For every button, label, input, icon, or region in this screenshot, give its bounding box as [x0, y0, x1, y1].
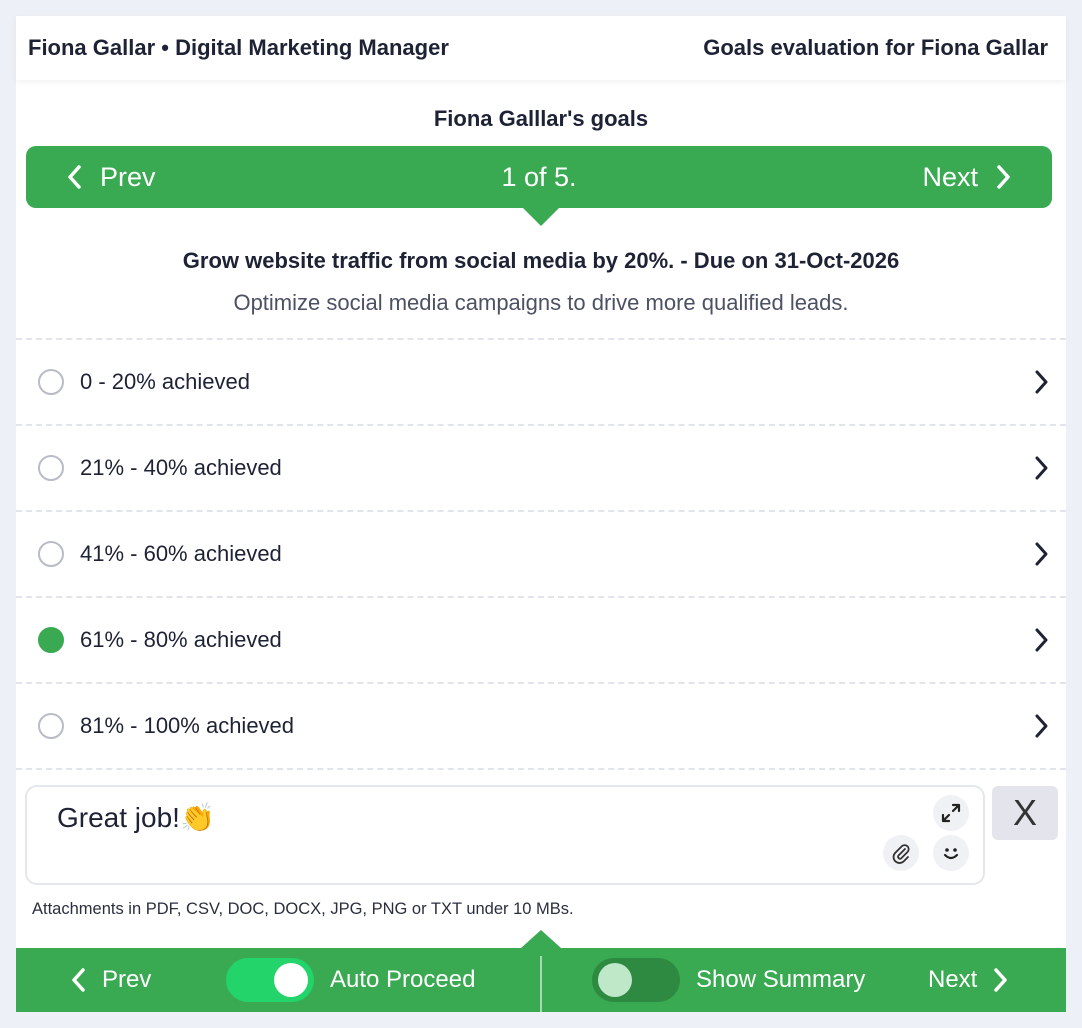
paperclip-icon	[892, 844, 910, 864]
footer-prev-button[interactable]: Prev	[70, 948, 151, 1012]
top-bar: Fiona Gallar • Digital Marketing Manager…	[16, 16, 1066, 80]
footer-next-button[interactable]: Next	[928, 948, 1009, 1012]
option-41-60[interactable]: 41% - 60% achieved	[16, 510, 1066, 596]
evaluation-title: Goals evaluation for Fiona Gallar	[703, 35, 1048, 60]
footer-prev-label: Prev	[102, 966, 152, 993]
radio-button[interactable]	[38, 541, 64, 567]
option-21-40[interactable]: 21% - 40% achieved	[16, 424, 1066, 510]
show-summary-label: Show Summary	[696, 966, 866, 993]
toggle-knob	[274, 963, 308, 997]
option-label: 81% - 100% achieved	[80, 713, 295, 738]
prev-goal-button[interactable]: Prev	[26, 162, 196, 193]
employee-name-role: Fiona Gallar • Digital Marketing Manager	[28, 35, 449, 60]
option-label: 41% - 60% achieved	[80, 541, 282, 566]
footer-bar: Prev Auto Proceed Show Summary Next	[16, 930, 1066, 1012]
toggle-switch-on[interactable]	[226, 958, 314, 1002]
radio-button-selected[interactable]	[38, 627, 64, 653]
prev-goal-label: Prev	[100, 161, 156, 192]
attach-button[interactable]	[883, 835, 919, 871]
chevron-right-icon	[1035, 714, 1048, 738]
footer-next-label: Next	[928, 966, 978, 993]
chevron-right-icon	[994, 968, 1008, 992]
option-61-80[interactable]: 61% - 80% achieved	[16, 596, 1066, 682]
goal-title: Grow website traffic from social media b…	[182, 248, 900, 273]
smiley-icon	[943, 848, 959, 860]
comment-text[interactable]: Great job!👏	[57, 801, 215, 834]
evaluation-card: Fiona Gallar • Digital Marketing Manager…	[16, 16, 1066, 1012]
option-label: 0 - 20% achieved	[80, 369, 250, 394]
comment-textarea[interactable]: Great job!👏	[25, 785, 985, 885]
nav-pointer	[523, 208, 559, 226]
chevron-right-icon	[1035, 456, 1048, 480]
chevron-left-icon	[72, 968, 85, 992]
emoji-button[interactable]	[933, 835, 969, 871]
auto-proceed-label: Auto Proceed	[330, 966, 476, 993]
toggle-switch-off[interactable]	[592, 958, 680, 1002]
next-goal-label: Next	[922, 161, 978, 192]
clear-comment-button[interactable]: X	[992, 786, 1058, 840]
next-goal-button[interactable]: Next	[882, 162, 1052, 193]
expand-icon	[941, 803, 961, 823]
chevron-right-icon	[1035, 370, 1048, 394]
option-label: 21% - 40% achieved	[80, 455, 282, 480]
chevron-left-icon	[68, 165, 81, 189]
option-0-20[interactable]: 0 - 20% achieved	[16, 338, 1066, 424]
auto-proceed-toggle[interactable]: Auto Proceed	[226, 948, 475, 1012]
expand-button[interactable]	[933, 795, 969, 831]
chevron-right-icon	[1035, 628, 1048, 652]
toggle-knob	[598, 963, 632, 997]
show-summary-toggle[interactable]: Show Summary	[592, 948, 865, 1012]
radio-button[interactable]	[38, 713, 64, 739]
option-label: 61% - 80% achieved	[80, 627, 282, 652]
footer-pointer	[521, 930, 561, 948]
footer-divider	[540, 956, 542, 1012]
goal-position: 1 of 5.	[501, 161, 577, 192]
attachments-hint: Attachments in PDF, CSV, DOC, DOCX, JPG,…	[32, 900, 574, 918]
goal-description: Optimize social media campaigns to drive…	[233, 290, 849, 315]
radio-button[interactable]	[38, 455, 64, 481]
achievement-options: 0 - 20% achieved 21% - 40% achieved 41% …	[16, 338, 1066, 770]
option-81-100[interactable]: 81% - 100% achieved	[16, 682, 1066, 770]
radio-button[interactable]	[38, 369, 64, 395]
chevron-right-icon	[1035, 542, 1048, 566]
goal-navigation: Prev 1 of 5. Next	[26, 146, 1052, 226]
chevron-right-icon	[997, 165, 1010, 189]
goals-title: Fiona Galllar's goals	[433, 106, 649, 131]
